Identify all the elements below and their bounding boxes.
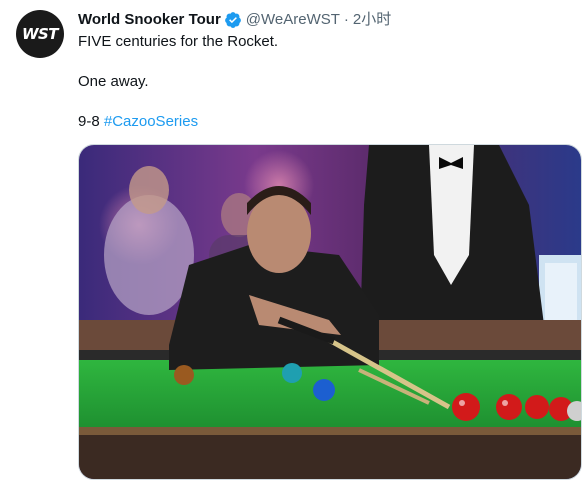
timestamp[interactable]: 2小时 <box>353 10 391 30</box>
verified-badge-icon <box>224 11 242 29</box>
score-text: 9-8 <box>78 113 100 130</box>
tweet-photo[interactable] <box>78 144 582 480</box>
tweet-card[interactable]: WST World Snooker Tour @WeAreWST · 2小时 F… <box>0 0 587 490</box>
tweet-text-line: One away. <box>78 73 149 90</box>
display-name[interactable]: World Snooker Tour <box>78 10 221 30</box>
tweet-header: World Snooker Tour @WeAreWST · 2小时 <box>78 10 391 30</box>
tweet-text-line: FIVE centuries for the Rocket. <box>78 33 279 50</box>
separator-dot: · <box>343 11 349 28</box>
hashtag-link[interactable]: #CazooSeries <box>104 113 198 130</box>
avatar[interactable]: WST <box>16 10 64 58</box>
tweet-text-line: 9-8 #CazooSeries <box>78 112 198 132</box>
avatar-logo: WST <box>21 25 59 43</box>
handle[interactable]: @WeAreWST <box>246 10 340 30</box>
photo-icon <box>79 145 581 479</box>
